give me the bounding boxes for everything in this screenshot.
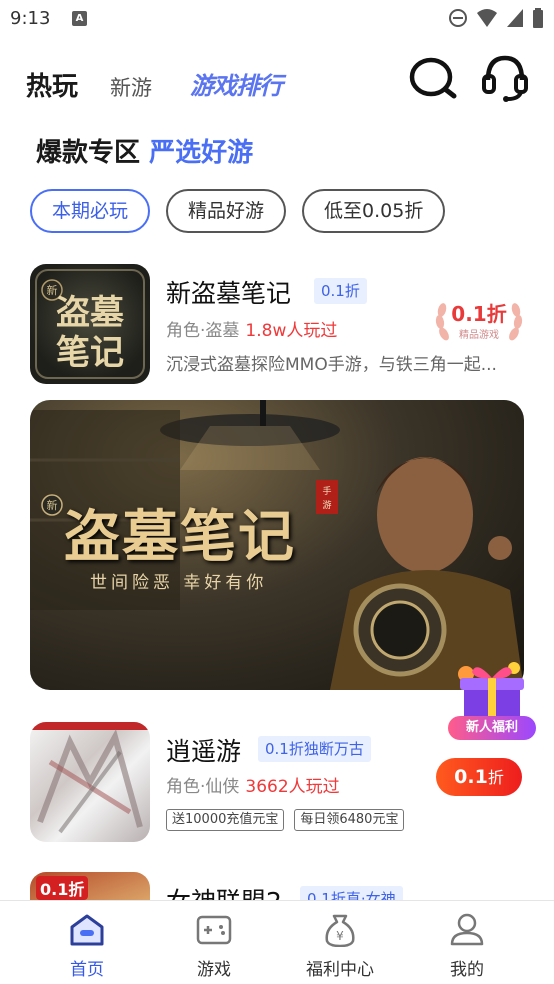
game-icon-art — [30, 722, 150, 834]
yen-mark: ¥ — [336, 929, 344, 943]
status-time: 9:13 — [10, 8, 51, 29]
list-item[interactable]: 0.1折 女神联盟2 0.1折直·女神 — [30, 872, 526, 900]
status-icons — [448, 8, 544, 28]
discount-tag: 0.1折直·女神 — [300, 886, 403, 900]
game-icon-goddess[interactable]: 0.1折 — [30, 872, 150, 900]
game-category: 角色·仙侠 — [166, 777, 240, 797]
new-user-gift[interactable]: 新人福利 — [446, 658, 538, 742]
filter-chips: 本期必玩 精品好游 低至0.05折 — [30, 189, 446, 235]
game-name[interactable]: 女神联盟2 — [166, 882, 282, 900]
badge-value: 0.1折 — [451, 302, 507, 326]
nav-home-label: 首页 — [70, 960, 104, 980]
game-banner[interactable]: 新 手 游 盗墓笔记 世间险恶 幸好有你 — [30, 400, 524, 690]
game-meta: 角色·盗墓 1.8w人玩过 — [166, 316, 337, 341]
game-description: 沉浸式盗墓探险MMO手游，与铁三角一起... — [166, 355, 497, 375]
signal-icon — [507, 9, 523, 27]
nav-home[interactable]: 首页 — [32, 901, 142, 984]
wifi-icon — [477, 9, 497, 27]
icon-badge: 0.1折 — [36, 876, 89, 900]
bonus-tags: 送10000充值元宝 每日领6480元宝 — [166, 809, 405, 831]
banner-logo-mark: 新 — [47, 498, 58, 512]
nav-welfare-label: 福利中心 — [306, 960, 374, 980]
gift-label: 新人福利 — [448, 716, 536, 740]
list-item[interactable]: 新 盗墓 笔记 新盗墓笔记 0.1折 角色·盗墓 1.8w人玩过 沉浸式盗墓探险M… — [30, 264, 526, 388]
status-bar: 9:13 A — [0, 0, 554, 36]
section-title: 爆款专区 严选好游 — [36, 132, 253, 169]
game-category: 角色·盗墓 — [166, 321, 240, 341]
gamepad-icon — [196, 915, 232, 945]
nav-games-label: 游戏 — [197, 960, 231, 980]
discount-tag: 0.1折 — [314, 278, 367, 304]
discount-button[interactable]: 0.1折 — [436, 758, 522, 796]
game-icon-art: 新 盗墓 笔记 — [35, 269, 145, 379]
nav-welfare[interactable]: ¥ 福利中心 — [285, 901, 395, 984]
icon-title-bottom: 笔记 — [56, 333, 124, 373]
tab-new[interactable]: 新游 — [110, 72, 152, 102]
notification-app-icon: A — [72, 11, 87, 26]
discount-button-value: 0.1 — [454, 766, 488, 788]
bottom-nav: 首页 游戏 ¥ 福利中心 我的 — [0, 900, 554, 984]
game-players: 1.8w人玩过 — [245, 321, 338, 341]
banner-title: 盗墓笔记 — [64, 504, 296, 570]
game-name[interactable]: 新盗墓笔记 — [166, 274, 291, 310]
badge-subtext: 精品游戏 — [459, 330, 499, 341]
money-bag-icon: ¥ — [325, 914, 355, 947]
game-meta: 角色·仙侠 3662人玩过 — [166, 772, 340, 797]
search-icon[interactable] — [408, 56, 458, 100]
section-title-main: 爆款专区 — [36, 138, 141, 168]
do-not-disturb-icon — [449, 9, 467, 27]
section-title-accent: 严选好游 — [149, 138, 254, 168]
tab-hot[interactable]: 热玩 — [26, 66, 78, 103]
game-players: 3662人玩过 — [245, 777, 340, 797]
banner-seal-bottom: 游 — [322, 499, 331, 511]
discount-tag: 0.1折独断万古 — [258, 736, 371, 762]
battery-icon — [533, 8, 543, 28]
icon-title-top: 盗墓 — [56, 293, 125, 333]
game-name[interactable]: 逍遥游 — [166, 732, 241, 768]
bonus-tag: 送10000充值元宝 — [166, 809, 285, 831]
game-icon-xiaoyao[interactable] — [30, 722, 150, 842]
banner-subtitle: 世间险恶 幸好有你 — [90, 573, 268, 593]
headset-icon[interactable] — [482, 54, 528, 102]
game-icon-daomu[interactable]: 新 盗墓 笔记 — [30, 264, 150, 384]
discount-badge[interactable]: 0.1折 精品游戏 — [434, 294, 524, 350]
home-icon — [70, 914, 104, 946]
filter-quality-games[interactable]: 精品好游 — [166, 189, 287, 233]
nav-profile-label: 我的 — [450, 960, 484, 980]
nav-profile[interactable]: 我的 — [412, 901, 522, 984]
top-nav: 热玩 新游 游戏排行 — [0, 52, 554, 112]
user-icon — [450, 913, 484, 946]
discount-button-unit: 折 — [487, 768, 504, 787]
tab-game-ranking[interactable]: 游戏排行 — [190, 66, 283, 101]
nav-games[interactable]: 游戏 — [159, 901, 269, 984]
filter-discount[interactable]: 低至0.05折 — [302, 189, 446, 233]
filter-must-play[interactable]: 本期必玩 — [30, 189, 151, 233]
bonus-tag: 每日领6480元宝 — [294, 809, 405, 831]
banner-seal-top: 手 — [322, 485, 331, 497]
